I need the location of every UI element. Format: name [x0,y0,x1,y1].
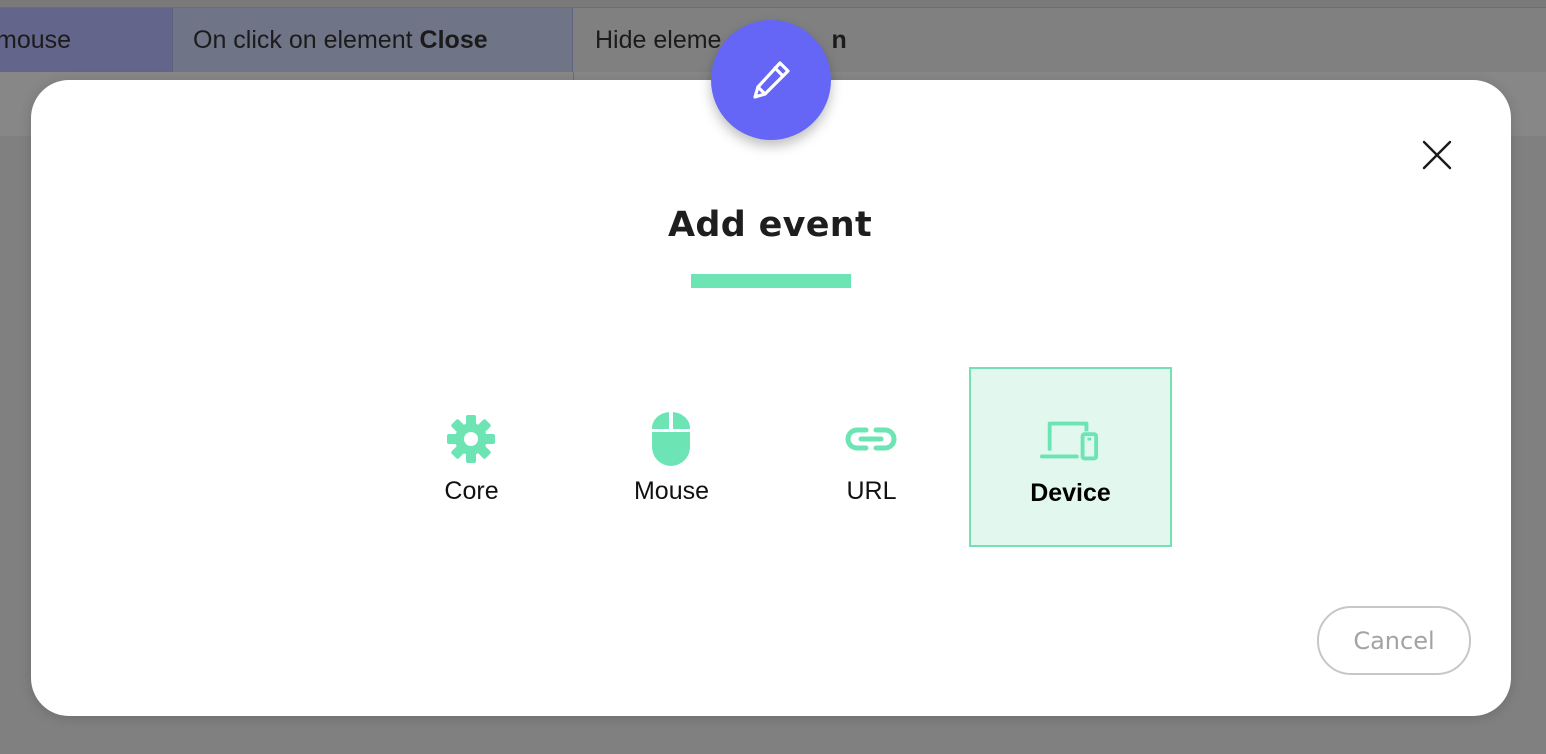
title-underline [691,274,851,288]
option-device[interactable]: Device [969,367,1172,547]
option-core[interactable]: Core [370,367,573,547]
option-url[interactable]: URL [770,367,973,547]
background-cell-event: On click on element Close [172,8,573,72]
pencil-badge [711,20,831,140]
link-icon [841,411,901,467]
close-icon [1422,140,1452,170]
devices-icon [1040,413,1100,469]
background-cell-trigger: mouse [0,8,172,72]
option-label: Device [1030,479,1111,507]
close-button[interactable] [1412,130,1462,180]
option-label: Core [444,477,499,505]
option-label: Mouse [633,477,710,505]
mouse-icon [641,411,701,467]
cancel-button[interactable]: Cancel [1317,606,1471,675]
modal-title: Add event [667,205,873,245]
option-mouse[interactable]: Mouse [570,367,773,547]
gear-icon [441,411,501,467]
pencil-icon [753,61,790,99]
option-label: URL [846,477,897,505]
background-top-line [0,0,1546,8]
